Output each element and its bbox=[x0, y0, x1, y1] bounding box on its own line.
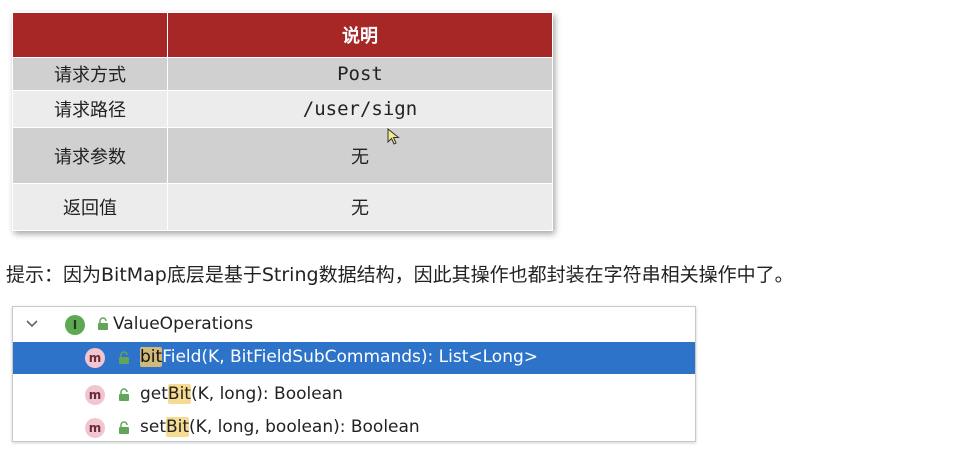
completion-prefix: set bbox=[140, 417, 166, 437]
table-row: 返回值 无 bbox=[12, 183, 553, 231]
public-lock-icon bbox=[98, 317, 108, 330]
completion-item-label: getBit(K, long): Boolean bbox=[140, 384, 343, 404]
table-row: 请求路径 /user/sign bbox=[12, 90, 553, 128]
method-icon: m bbox=[85, 385, 105, 405]
completion-item-setbit[interactable]: m setBit(K, long, boolean): Boolean bbox=[13, 412, 695, 444]
table-key-cell: 请求路径 bbox=[12, 90, 168, 128]
code-completion-popup[interactable]: I ValueOperations m bitField(K, BitField… bbox=[12, 306, 696, 442]
interface-name: ValueOperations bbox=[113, 314, 254, 334]
chevron-down-icon[interactable] bbox=[25, 317, 39, 331]
table-key-cell: 请求方式 bbox=[12, 57, 168, 91]
table-header-row: 说明 bbox=[12, 12, 553, 58]
completion-signature: Field(K, BitFieldSubCommands): List<Long… bbox=[162, 347, 538, 367]
completion-item-getbit[interactable]: m getBit(K, long): Boolean bbox=[13, 379, 695, 411]
interface-icon: I bbox=[65, 315, 85, 335]
api-info-table: 说明 请求方式 Post 请求路径 /user/sign 请求参数 无 返回值 … bbox=[12, 12, 553, 231]
method-icon: m bbox=[85, 418, 105, 438]
completion-match-highlight: bit bbox=[140, 347, 163, 367]
table-key-cell: 返回值 bbox=[12, 183, 168, 231]
table-key-cell: 请求参数 bbox=[12, 127, 168, 184]
table-value-cell: 无 bbox=[167, 127, 553, 184]
table-header-description: 说明 bbox=[167, 12, 553, 58]
completion-group-header[interactable]: I ValueOperations bbox=[13, 309, 695, 341]
table-row: 请求方式 Post bbox=[12, 57, 553, 91]
public-lock-icon bbox=[119, 351, 129, 364]
table-row: 请求参数 无 bbox=[12, 127, 553, 184]
completion-signature: (K, long, boolean): Boolean bbox=[189, 417, 420, 437]
table-header-empty bbox=[12, 12, 168, 58]
completion-item-label: setBit(K, long, boolean): Boolean bbox=[140, 417, 420, 437]
hint-text: 提示：因为BitMap底层是基于String数据结构，因此其操作也都封装在字符串… bbox=[6, 264, 794, 286]
public-lock-icon bbox=[119, 388, 129, 401]
table-value-cell: /user/sign bbox=[167, 90, 553, 128]
completion-match-highlight: Bit bbox=[167, 384, 191, 404]
completion-item-label: bitField(K, BitFieldSubCommands): List<L… bbox=[140, 347, 538, 367]
completion-item-bitfield[interactable]: m bitField(K, BitFieldSubCommands): List… bbox=[13, 342, 695, 374]
completion-match-highlight: Bit bbox=[165, 417, 190, 437]
completion-signature: (K, long): Boolean bbox=[190, 384, 343, 404]
method-icon: m bbox=[85, 348, 105, 368]
table-value-cell: Post bbox=[167, 57, 553, 91]
table-value-cell: 无 bbox=[167, 183, 553, 231]
completion-prefix: get bbox=[140, 384, 168, 404]
public-lock-icon bbox=[119, 421, 129, 434]
mouse-cursor-icon bbox=[387, 128, 400, 145]
